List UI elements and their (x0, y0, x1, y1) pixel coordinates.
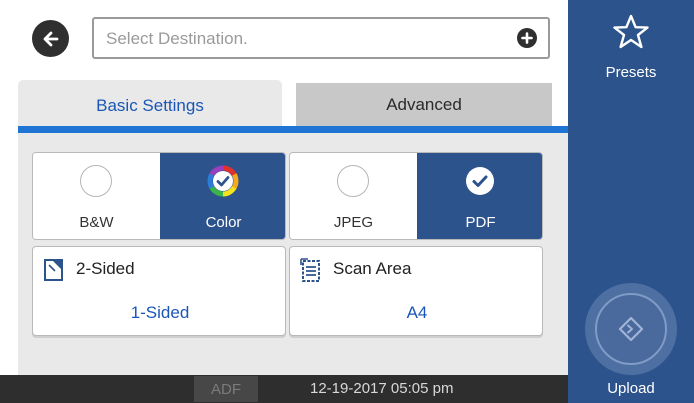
adf-badge: ADF (194, 376, 258, 402)
presets-button[interactable]: Presets (568, 0, 694, 90)
presets-label: Presets (605, 64, 657, 81)
two-sided-icon (44, 259, 63, 281)
bw-option[interactable]: B&W (33, 153, 160, 239)
date-time: 12-19-2017 05:05 pm (310, 380, 454, 397)
color-mode-selector: B&W Color (32, 152, 286, 240)
plus-icon (521, 32, 533, 44)
arrow-left-icon (43, 31, 58, 46)
jpeg-label: JPEG (333, 214, 374, 231)
tab-advanced[interactable]: Advanced (296, 83, 552, 126)
two-sided-setting[interactable]: 2-Sided 1-Sided (32, 246, 286, 336)
status-bar: ADF 12-19-2017 05:05 pm (0, 375, 568, 403)
pdf-option[interactable]: PDF (417, 153, 542, 239)
tab-basic-settings[interactable]: Basic Settings (18, 80, 282, 132)
color-label: Color (205, 214, 242, 231)
scan-screen: Select Destination. Basic Settings Advan… (0, 0, 694, 403)
upload-button-ring (595, 293, 667, 365)
file-format-selector: JPEG PDF (289, 152, 543, 240)
two-sided-value: 1-Sided (130, 303, 190, 322)
add-destination-button[interactable] (517, 28, 537, 48)
action-sidebar: Presets Upload (568, 0, 694, 403)
bw-label: B&W (79, 214, 114, 231)
pdf-label: PDF (465, 214, 496, 231)
jpeg-option[interactable]: JPEG (290, 153, 417, 239)
checkmark-circle-icon (466, 167, 494, 195)
color-wheel-check-icon (207, 165, 239, 197)
back-button[interactable] (32, 20, 69, 57)
scan-area-title: Scan Area (333, 259, 412, 278)
unchecked-circle-icon (80, 165, 112, 197)
color-option[interactable]: Color (160, 153, 285, 239)
two-sided-title: 2-Sided (76, 259, 135, 278)
destination-field[interactable]: Select Destination. (92, 17, 550, 59)
start-diamond-icon (618, 316, 644, 342)
scan-area-setting[interactable]: Scan Area A4 (289, 246, 543, 336)
star-icon (613, 14, 649, 49)
tab-underline (18, 126, 568, 133)
destination-placeholder: Select Destination. (106, 29, 248, 48)
upload-label: Upload (607, 380, 655, 397)
upload-button[interactable] (585, 283, 677, 375)
scan-area-value: A4 (406, 303, 428, 322)
unchecked-circle-icon (337, 165, 369, 197)
top-bar: Select Destination. (0, 0, 568, 72)
scan-area-icon (300, 258, 320, 282)
